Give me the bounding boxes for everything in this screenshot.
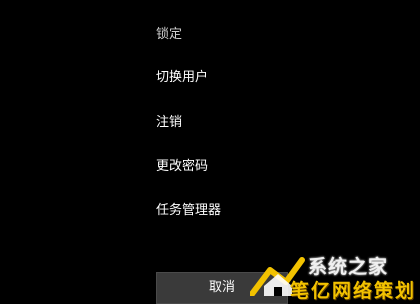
menu-item-change-password[interactable]: 更改密码 [156,156,208,178]
watermark-title: 系统之家 [308,256,389,278]
menu-item-label: 锁定 [156,27,183,42]
menu-item-task-manager[interactable]: 任务管理器 [156,200,221,222]
menu-item-sign-out[interactable]: 注销 [156,112,182,134]
menu-item-switch-user[interactable]: 切换用户 [156,67,208,89]
menu-item-label: 更改密码 [156,159,209,174]
watermark-subtitle: 笔亿网络策划 [290,280,417,302]
menu-item-label: 切换用户 [156,70,209,85]
security-options-screen: 锁定 切换用户 注销 更改密码 任务管理器 取消 系统之家 笔亿网络策划 [0,0,420,304]
menu-item-label: 任务管理器 [156,203,222,218]
menu-item-lock[interactable]: 锁定 [156,24,182,46]
menu-item-label: 注销 [156,115,183,130]
watermark-logo: 系统之家 笔亿网络策划 [250,248,420,304]
